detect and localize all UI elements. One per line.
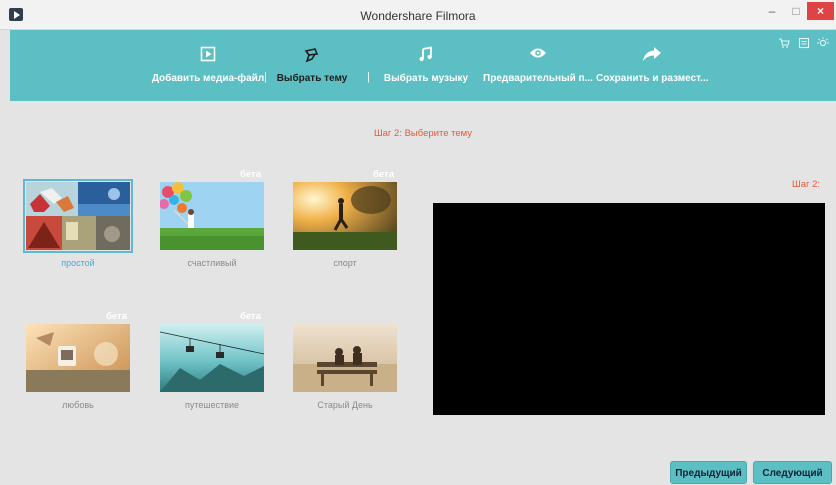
previous-button[interactable]: Предыдущий bbox=[670, 461, 747, 484]
bulb-icon[interactable] bbox=[816, 37, 830, 51]
theme-name: любовь bbox=[62, 400, 94, 410]
theme-thumbnail bbox=[293, 324, 397, 392]
theme-thumbnail bbox=[160, 182, 264, 250]
music-icon bbox=[418, 46, 434, 64]
separator: | bbox=[367, 71, 370, 83]
minimize-button[interactable]: – bbox=[762, 0, 782, 22]
step-toolbar: Добавить медиа-файл | Выбрать тему | Выб… bbox=[10, 30, 836, 101]
theme-thumbnail bbox=[26, 324, 130, 392]
step-label: Добавить медиа-файл bbox=[151, 73, 265, 84]
step-choose-theme[interactable]: Выбрать тему bbox=[274, 30, 350, 101]
step-preview[interactable]: Предварительный п... bbox=[482, 30, 594, 101]
share-icon bbox=[642, 46, 662, 64]
eye-icon bbox=[529, 46, 547, 64]
theme-name: счастливый bbox=[187, 258, 237, 268]
step-label: Сохранить и размест... bbox=[596, 73, 709, 84]
step-preview-label: Шаг 2: bbox=[792, 179, 821, 190]
preview-player[interactable] bbox=[433, 203, 825, 415]
beta-badge: бета bbox=[240, 311, 261, 322]
beta-badge: бета bbox=[106, 311, 127, 322]
step-add-media[interactable]: Добавить медиа-файл bbox=[146, 30, 270, 101]
maximize-button[interactable]: □ bbox=[786, 0, 806, 22]
theme-thumbnail bbox=[160, 324, 264, 392]
step-label: Предварительный п... bbox=[483, 73, 593, 84]
beta-badge: бета bbox=[373, 169, 394, 180]
close-button[interactable]: × bbox=[807, 2, 834, 20]
theme-icon bbox=[303, 46, 321, 64]
step-save-share[interactable]: Сохранить и размест... bbox=[596, 30, 709, 101]
theme-thumbnail bbox=[293, 182, 397, 250]
step-label: Выбрать тему bbox=[276, 73, 348, 84]
step-heading: Шаг 2: Выберите тему bbox=[373, 128, 473, 139]
window-title: Wondershare Filmora bbox=[360, 9, 476, 23]
theme-name: Старый День bbox=[317, 400, 373, 410]
separator: | bbox=[264, 71, 267, 83]
cart-icon[interactable] bbox=[778, 37, 790, 51]
beta-badge: бета bbox=[240, 169, 261, 180]
step-choose-music[interactable]: Выбрать музыку bbox=[382, 30, 470, 101]
theme-name: путешествие bbox=[184, 400, 240, 410]
list-icon[interactable] bbox=[798, 37, 810, 51]
media-icon bbox=[200, 46, 216, 64]
title-bar: Wondershare Filmora – □ × bbox=[0, 0, 836, 30]
next-button[interactable]: Следующий bbox=[753, 461, 832, 484]
theme-thumbnail bbox=[23, 179, 133, 253]
step-label: Выбрать музыку bbox=[383, 73, 469, 84]
theme-name: простой bbox=[61, 258, 95, 268]
theme-name: спорт bbox=[333, 258, 357, 268]
